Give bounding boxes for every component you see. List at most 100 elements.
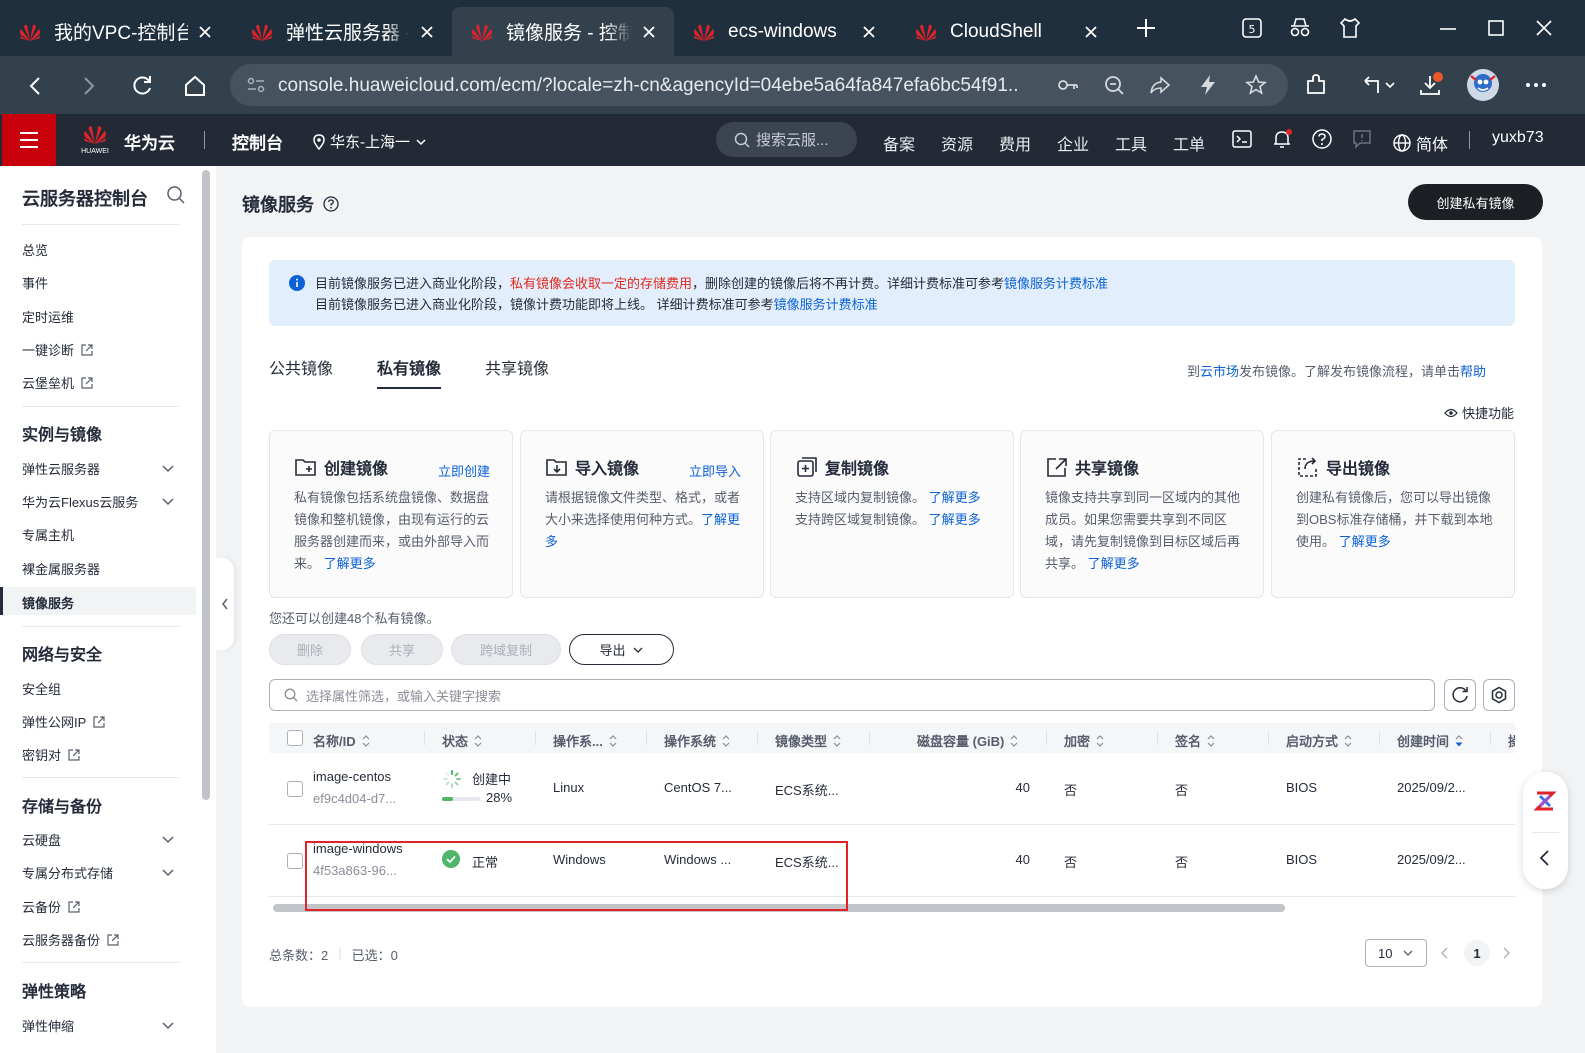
huawei-cloud-logo[interactable]: HUAWEI	[78, 122, 112, 158]
column-header-encrypted[interactable]: 加密	[1064, 731, 1106, 750]
column-header-os[interactable]: 操作系统	[664, 731, 732, 750]
more-menu-icon[interactable]	[1522, 71, 1550, 99]
column-header-disk[interactable]: 磁盘容量 (GiB)	[917, 731, 1020, 750]
column-header-os-type[interactable]: 操作系...	[553, 731, 619, 750]
back-icon[interactable]	[22, 72, 50, 100]
filter-search-input[interactable]: 选择属性筛选，或输入关键字搜索	[269, 679, 1435, 711]
language-selector[interactable]: 简体	[1392, 131, 1448, 155]
tab-public-images[interactable]: 公共镜像	[269, 355, 333, 389]
export-dropdown-button[interactable]: 导出	[569, 634, 674, 665]
page-size-select[interactable]: 10	[1365, 939, 1427, 967]
incognito-icon[interactable]	[1286, 14, 1314, 42]
service-menu-button[interactable]	[2, 114, 56, 166]
sidebar-item-image-service[interactable]: 镜像服务	[22, 593, 74, 612]
chevron-left-icon[interactable]	[1535, 848, 1555, 868]
tab-shared-images[interactable]: 共享镜像	[485, 355, 549, 389]
sidebar-item-security-group[interactable]: 安全组	[22, 679, 61, 698]
region-selector[interactable]: 华东-上海一	[312, 131, 428, 152]
key-icon[interactable]	[1056, 73, 1080, 97]
sidebar-item-diagnosis[interactable]: 一键诊断	[22, 340, 94, 359]
home-icon[interactable]	[181, 72, 209, 100]
search-icon[interactable]	[165, 184, 187, 206]
cloudshell-icon[interactable]	[1231, 128, 1253, 150]
extensions-icon[interactable]	[1302, 71, 1330, 99]
image-name-link[interactable]: image-centos	[313, 769, 391, 784]
nav-billing[interactable]: 费用	[999, 131, 1031, 155]
quick-features-toggle[interactable]: 快捷功能	[1444, 403, 1514, 422]
feedback-icon[interactable]	[1351, 128, 1373, 150]
global-search[interactable]: 搜索云服...	[716, 122, 857, 157]
tab-private-images[interactable]: 私有镜像	[377, 355, 442, 389]
forward-icon[interactable]	[74, 72, 102, 100]
sidebar-item-keypair[interactable]: 密钥对	[22, 745, 81, 764]
help-link[interactable]: 帮助	[1460, 364, 1486, 379]
nav-enterprise[interactable]: 企业	[1057, 131, 1089, 155]
browser-tab[interactable]: ecs-windows	[674, 7, 894, 56]
sidebar-item-events[interactable]: 事件	[22, 273, 48, 292]
sidebar-item-evs[interactable]: 云硬盘	[22, 830, 61, 849]
sidebar-item-auto-scaling[interactable]: 弹性伸缩	[22, 1016, 74, 1035]
sidebar-item-cbr[interactable]: 云备份	[22, 897, 81, 916]
column-header-image-type[interactable]: 镜像类型	[775, 731, 843, 750]
split-screen-icon[interactable]	[1360, 71, 1400, 99]
browser-tab-active[interactable]: 镜像服务 - 控制台	[452, 7, 674, 56]
sidebar-item-bms[interactable]: 裸金属服务器	[22, 559, 100, 578]
column-header-created[interactable]: 创建时间	[1397, 731, 1465, 750]
nav-resources[interactable]: 资源	[941, 131, 973, 155]
chevron-down-icon[interactable]	[160, 493, 176, 509]
row-checkbox[interactable]	[287, 781, 303, 797]
help-circle-icon[interactable]	[322, 195, 340, 213]
site-settings-icon[interactable]	[244, 73, 268, 97]
page-number-current[interactable]: 1	[1464, 940, 1490, 966]
address-bar[interactable]: console.huaweicloud.com/ecm/?locale=zh-c…	[230, 64, 1288, 106]
workspaces-icon[interactable]: 5	[1238, 14, 1266, 42]
new-tab-plus-icon[interactable]	[1132, 14, 1160, 42]
column-header-signed[interactable]: 签名	[1175, 731, 1217, 750]
close-tab-icon[interactable]	[194, 21, 216, 43]
sidebar-item-flexus[interactable]: 华为云Flexus云服务	[22, 492, 138, 511]
sidebar-item-overview[interactable]: 总览	[22, 240, 48, 259]
sidebar-item-eip[interactable]: 弹性公网IP	[22, 712, 106, 731]
sidebar-item-server-backup[interactable]: 云服务器备份	[22, 930, 120, 949]
close-tab-icon[interactable]	[416, 21, 438, 43]
nav-filing[interactable]: 备案	[883, 131, 915, 155]
downloads-icon[interactable]	[1416, 71, 1444, 99]
profile-avatar-icon[interactable]	[1466, 68, 1500, 102]
learn-more-link[interactable]: 了解更多	[1088, 556, 1140, 571]
refresh-button[interactable]	[1444, 679, 1476, 711]
delete-button[interactable]: 删除	[269, 634, 351, 665]
sidebar-scrollbar[interactable]	[202, 170, 210, 800]
browser-tab[interactable]: 我的VPC-控制台	[0, 7, 230, 56]
user-menu[interactable]: yuxb73	[1492, 129, 1544, 147]
next-page-icon[interactable]	[1498, 945, 1514, 961]
chevron-down-icon[interactable]	[160, 831, 176, 847]
share-button[interactable]: 共享	[361, 634, 443, 665]
sidebar-item-dedicated-host[interactable]: 专属主机	[22, 525, 74, 544]
learn-more-link[interactable]: 了解更多	[929, 512, 981, 527]
refresh-icon[interactable]	[128, 72, 156, 100]
extension-shirt-icon[interactable]	[1336, 14, 1364, 42]
chevron-down-icon[interactable]	[160, 864, 176, 880]
billing-standard-link[interactable]: 镜像服务计费标准	[1004, 276, 1108, 291]
chevron-down-icon[interactable]	[160, 1017, 176, 1033]
zoom-out-icon[interactable]	[1102, 73, 1126, 97]
cross-region-copy-button[interactable]: 跨域复制	[451, 634, 561, 665]
sidebar-item-scheduled-ops[interactable]: 定时运维	[22, 307, 74, 326]
chevron-down-icon[interactable]	[160, 460, 176, 476]
marketplace-link[interactable]: 云市场	[1200, 364, 1239, 379]
create-now-link[interactable]: 立即创建	[438, 461, 490, 480]
maximize-icon[interactable]	[1482, 14, 1510, 42]
browser-tab[interactable]: 弹性云服务器 - 控	[232, 7, 452, 56]
table-settings-button[interactable]	[1483, 679, 1515, 711]
close-window-icon[interactable]	[1530, 14, 1558, 42]
row-checkbox[interactable]	[287, 853, 303, 869]
nav-tools[interactable]: 工具	[1115, 131, 1147, 155]
column-header-boot[interactable]: 启动方式	[1286, 731, 1354, 750]
share-icon[interactable]	[1148, 73, 1172, 97]
close-tab-icon[interactable]	[1080, 21, 1102, 43]
column-header-name[interactable]: 名称/ID	[313, 731, 372, 750]
select-all-checkbox[interactable]	[287, 730, 303, 746]
learn-more-link[interactable]: 了解更多	[929, 490, 981, 505]
star-icon[interactable]	[1244, 73, 1268, 97]
bolt-icon[interactable]	[1196, 73, 1220, 97]
